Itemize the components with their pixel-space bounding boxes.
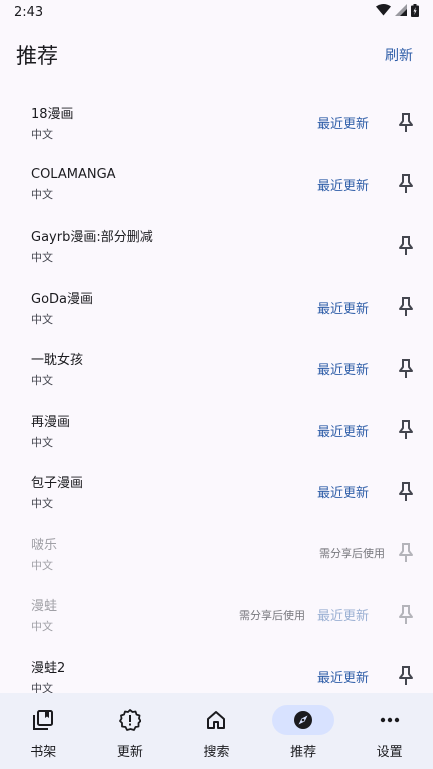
source-language: 中文 [31, 128, 53, 142]
source-name: 啵乐 [31, 537, 58, 553]
status-icons [376, 3, 419, 21]
latest-update-button[interactable]: 最近更新 [317, 421, 369, 440]
source-name: COLAMANGA [31, 166, 116, 182]
source-name: 包子漫画 [31, 476, 84, 492]
source-text: COLAMANGA 中文 [31, 167, 317, 202]
source-row[interactable]: GoDa漫画 中文 最近更新 [0, 277, 433, 339]
source-text: 漫蛙 中文 [31, 595, 239, 634]
share-required-note: 需分享后使用 [238, 608, 305, 622]
nav-icon-container [12, 705, 74, 735]
nav-icon-container [99, 705, 161, 735]
latest-update-button[interactable]: 最近更新 [317, 667, 369, 686]
nav-label: 设置 [376, 745, 403, 760]
latest-update-button[interactable]: 最近更新 [317, 113, 369, 132]
compass-icon [293, 710, 313, 730]
pin-icon[interactable] [397, 358, 415, 379]
source-row[interactable]: 啵乐 中文 需分享后使用 [0, 523, 433, 585]
nav-label: 推荐 [290, 745, 317, 760]
latest-update-button[interactable]: 最近更新 [317, 298, 369, 317]
source-row[interactable]: 18漫画 中文 最近更新 [0, 92, 433, 154]
cell-signal-icon [395, 4, 407, 20]
source-language: 中文 [31, 251, 53, 265]
source-name: Gayrb漫画:部分删减 [31, 230, 153, 246]
pin-icon[interactable] [397, 112, 415, 133]
source-name: GoDa漫画 [31, 291, 94, 307]
pin-icon[interactable] [397, 604, 415, 625]
battery-icon [411, 3, 419, 21]
wifi-icon [376, 4, 391, 20]
nav-label: 书架 [30, 745, 57, 760]
nav-icon-container [272, 705, 335, 735]
source-name: 漫蛙 [31, 599, 58, 615]
source-name: 漫蛙2 [31, 660, 66, 676]
source-language: 中文 [31, 620, 53, 634]
pin-icon[interactable] [397, 666, 415, 686]
share-required-note: 需分享后使用 [319, 547, 385, 561]
pin-icon[interactable] [397, 174, 415, 194]
source-name: 再漫画 [31, 414, 71, 430]
nav-icon-container [359, 705, 421, 735]
source-text: GoDa漫画 中文 [31, 288, 317, 327]
home-icon [206, 710, 226, 730]
latest-update-button[interactable]: 最近更新 [317, 482, 369, 501]
pin-icon[interactable] [397, 235, 415, 256]
source-row[interactable]: 漫蛙 中文 需分享后使用 最近更新 [0, 584, 433, 646]
app-bar: 推荐 刷新 [0, 24, 433, 86]
source-language: 中文 [31, 435, 53, 449]
source-row[interactable]: 一耽女孩 中文 最近更新 [0, 338, 433, 400]
nav-icon-container [185, 705, 247, 735]
bottom-navigation: 书架 更新 搜索 推荐 设置 [0, 693, 433, 769]
nav-label: 更新 [116, 745, 143, 760]
nav-item-2[interactable]: 搜索 [173, 705, 259, 760]
source-row[interactable]: COLAMANGA 中文 最近更新 [0, 154, 433, 216]
source-text: 18漫画 中文 [31, 103, 317, 142]
source-list: 18漫画 中文 最近更新 COLAMANGA 中文 最近更新 Gayrb漫画:部… [0, 92, 433, 707]
latest-update-button[interactable]: 最近更新 [317, 605, 369, 624]
source-text: 啵乐 中文 [31, 534, 319, 573]
nav-item-0[interactable]: 书架 [0, 705, 86, 760]
latest-update-button[interactable]: 最近更新 [317, 359, 369, 378]
updates-alert-icon [118, 709, 141, 731]
nav-item-4[interactable]: 设置 [347, 705, 433, 760]
source-language: 中文 [31, 187, 53, 201]
more-dots-icon [380, 717, 400, 723]
source-text: 再漫画 中文 [31, 411, 317, 450]
pin-icon[interactable] [397, 297, 415, 317]
source-language: 中文 [31, 374, 53, 388]
status-time: 2:43 [14, 4, 44, 20]
source-row[interactable]: 包子漫画 中文 最近更新 [0, 461, 433, 523]
source-text: Gayrb漫画:部分删减 中文 [31, 226, 397, 265]
nav-item-3[interactable]: 推荐 [260, 705, 346, 760]
pin-icon[interactable] [397, 543, 415, 563]
source-language: 中文 [31, 558, 53, 572]
source-row[interactable]: Gayrb漫画:部分删减 中文 [0, 215, 433, 277]
pin-icon[interactable] [397, 420, 415, 440]
refresh-button[interactable]: 刷新 [385, 45, 413, 65]
source-language: 中文 [31, 312, 53, 326]
source-language: 中文 [31, 497, 53, 511]
source-text: 一耽女孩 中文 [31, 349, 317, 388]
nav-item-1[interactable]: 更新 [87, 705, 173, 760]
status-bar: 2:43 [0, 0, 433, 24]
latest-update-button[interactable]: 最近更新 [317, 175, 369, 194]
bookshelf-icon [33, 710, 54, 730]
source-name: 一耽女孩 [31, 353, 84, 369]
source-row[interactable]: 再漫画 中文 最近更新 [0, 400, 433, 462]
source-text: 漫蛙2 中文 [31, 657, 317, 696]
pin-icon[interactable] [397, 481, 415, 502]
page-title: 推荐 [16, 44, 58, 68]
source-text: 包子漫画 中文 [31, 472, 317, 511]
nav-label: 搜索 [203, 745, 230, 760]
source-name: 18漫画 [31, 107, 74, 123]
